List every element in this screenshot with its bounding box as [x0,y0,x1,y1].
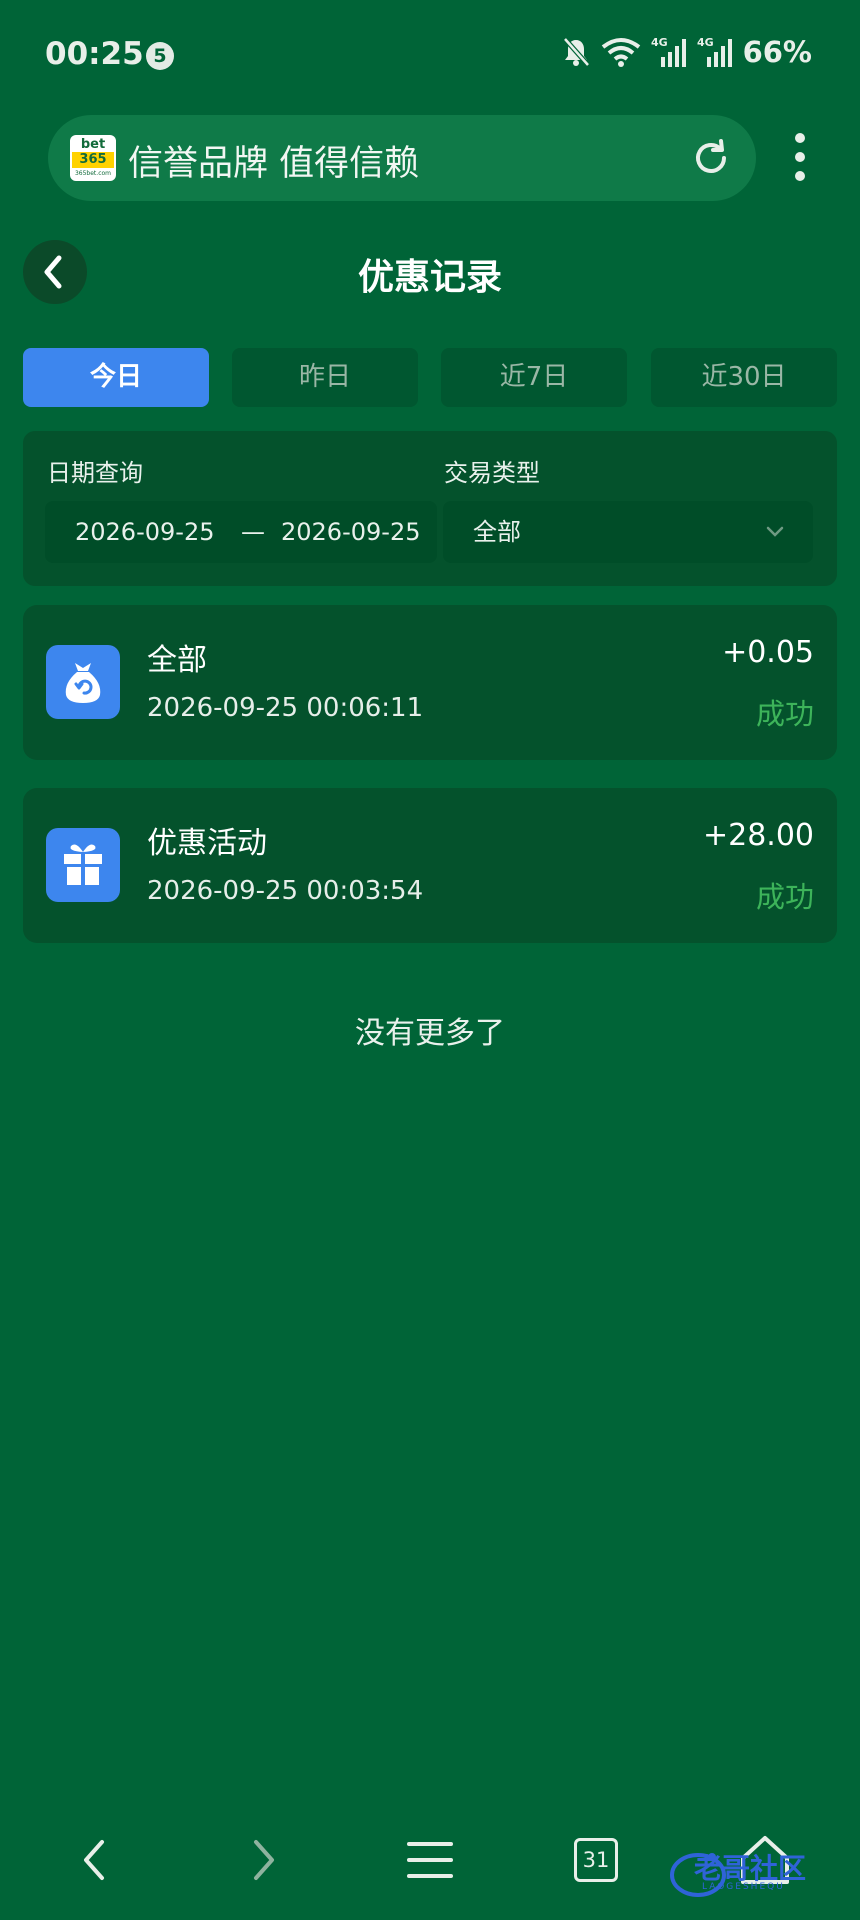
bell-muted-icon [562,37,590,67]
watermark-subtext: LAOGESHEQU [702,1882,785,1892]
watermark-text: 老哥社区 [694,1852,807,1885]
money-bag-icon [46,645,120,719]
transaction-type-select[interactable]: 全部 [443,501,813,563]
status-icons: 4G 4G 66% [561,34,812,70]
nav-forward-icon[interactable] [232,1830,292,1890]
page-title: 优惠记录 [357,257,502,298]
chevron-down-icon [766,526,784,537]
signal-4g-icon: 4G [651,36,686,67]
record-time: 2026-09-25 00:06:11 [147,693,424,723]
site-logo: bet 365 365bet.com [70,135,116,181]
date-range-field[interactable]: 2026-09-25 — 2026-09-25 [45,501,437,563]
tab-7-days[interactable]: 近7日 [441,348,627,407]
more-menu-icon[interactable] [786,130,814,184]
no-more-text: 没有更多了 [355,1016,505,1051]
menu-icon[interactable] [400,1830,460,1890]
record-status: 成功 [755,880,814,914]
tab-yesterday[interactable]: 昨日 [232,348,418,407]
filter-panel: 日期查询 交易类型 2026-09-25 — 2026-09-25 全部 [23,431,837,586]
site-logo-text-top: bet [80,137,106,152]
watermark-logo: 老哥社区 LAOGESHEQU [668,1845,854,1901]
date-separator: — [241,518,265,546]
status-time: 00:25 [45,36,144,72]
status-bar: 00:25 5 4G 4G 66% [0,0,860,110]
record-time: 2026-09-25 00:03:54 [147,876,424,906]
record-amount: +0.05 [722,635,814,670]
record-title: 优惠活动 [147,826,267,861]
record-amount: +28.00 [702,818,814,853]
reload-icon[interactable] [690,137,732,179]
record-item[interactable]: 全部 2026-09-25 00:06:11 +0.05 成功 [23,605,837,760]
address-bar[interactable]: bet 365 365bet.com 信誉品牌 值得信赖 [48,115,756,201]
battery-level: 66% [742,35,812,69]
record-status: 成功 [755,697,814,731]
site-logo-text-bottom: 365bet.com [74,170,112,177]
svg-text:4G: 4G [697,36,714,49]
transaction-type-value: 全部 [473,518,521,546]
wifi-icon [601,38,640,67]
nav-back-icon[interactable] [66,1830,126,1890]
tab-today[interactable]: 今日 [23,348,209,407]
svg-text:4G: 4G [651,36,668,49]
record-title: 全部 [147,643,207,678]
record-item[interactable]: 优惠活动 2026-09-25 00:03:54 +28.00 成功 [23,788,837,943]
gift-icon [46,828,120,902]
date-end: 2026-09-25 [281,518,421,546]
date-query-label: 日期查询 [47,459,143,487]
signal-4g-icon-2: 4G [697,36,732,67]
address-text[interactable]: 信誉品牌 值得信赖 [128,135,419,186]
tabs-count-button[interactable]: 31 [574,1838,618,1882]
transaction-type-label: 交易类型 [444,459,540,487]
notification-badge: 5 [146,42,174,70]
tab-30-days[interactable]: 近30日 [651,348,837,407]
site-logo-text-middle: 365 [72,152,114,168]
date-start: 2026-09-25 [75,518,215,546]
